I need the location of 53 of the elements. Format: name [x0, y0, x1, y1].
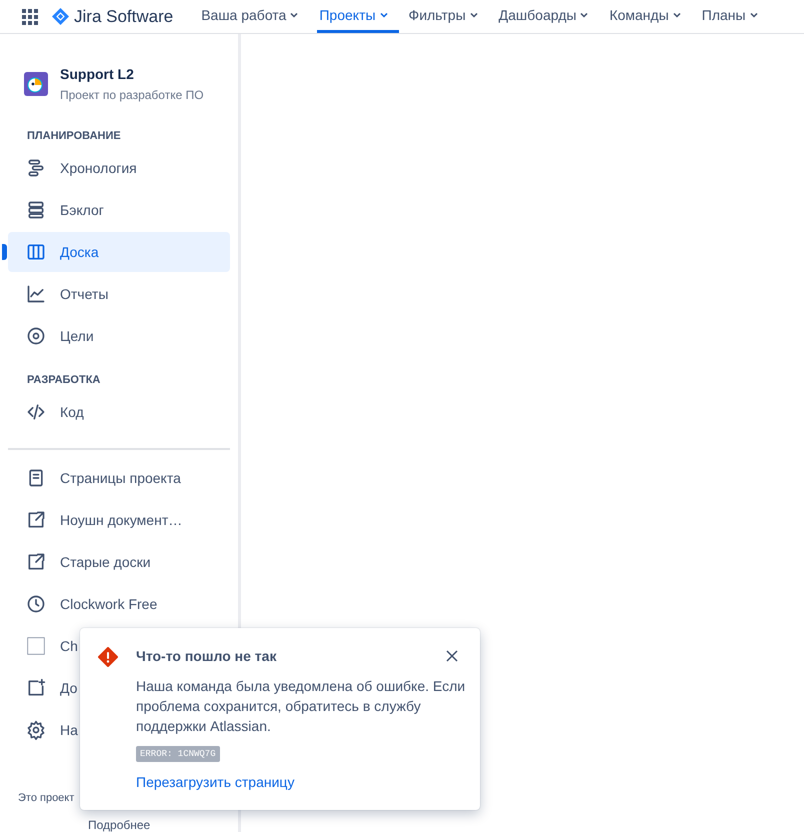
- project-type: Проект по разработке ПО: [60, 88, 204, 102]
- product-name: Jira Software: [74, 6, 174, 26]
- error-code: ERROR: 1CNWQ7G: [136, 746, 220, 762]
- sidebar-link[interactable]: Страницы проекта: [60, 470, 181, 486]
- toast-title: Что-то пошло не так: [136, 648, 276, 664]
- sidebar-item[interactable]: Отчеты: [8, 274, 230, 314]
- project-name: Support L2: [60, 66, 135, 82]
- code-icon: [26, 402, 46, 422]
- reload-link[interactable]: Перезагрузить страницу: [136, 774, 294, 790]
- app-grid-icon[interactable]: [22, 8, 38, 24]
- board-icon: [26, 242, 46, 262]
- logo-icon: [52, 8, 69, 25]
- sidebar-item[interactable]: Бэклог: [8, 190, 230, 230]
- chevron-down-icon: [378, 10, 389, 20]
- clock-icon: [26, 594, 46, 614]
- external-link-icon: [26, 510, 46, 530]
- footer-text: Это проект: [18, 792, 74, 804]
- project-avatar-icon: [24, 72, 48, 96]
- square-icon: [26, 636, 46, 656]
- nav-tab[interactable]: Команды: [607, 0, 692, 33]
- section-heading: ПЛАНИРОВАНИЕ: [26, 129, 122, 144]
- chevron-down-icon: [579, 10, 590, 20]
- sidebar-item[interactable]: Код: [8, 392, 230, 432]
- nav-tab[interactable]: Планы: [700, 0, 769, 33]
- chevron-down-icon: [289, 10, 300, 20]
- error-icon: [98, 647, 118, 667]
- sidebar-link[interactable]: Ноушн документ…: [60, 512, 182, 528]
- nav-tab[interactable]: Проекты: [317, 0, 399, 33]
- section-heading: РАЗРАБОТКА: [26, 373, 102, 388]
- sidebar-link[interactable]: На: [60, 722, 78, 738]
- timeline-icon: [26, 158, 46, 178]
- close-icon[interactable]: [444, 648, 460, 664]
- nav-tab[interactable]: Фильтры: [406, 0, 489, 33]
- external-link-icon: [26, 552, 46, 572]
- nav-tab[interactable]: Дашбоарды: [496, 0, 600, 33]
- add-page-icon: [26, 678, 46, 698]
- toast-message: Наша команда была уведомлена об ошибке. Если проблема сохранится, обратитесь в службу поддержки Atlassian.: [136, 677, 466, 736]
- sidebar-link[interactable]: До: [60, 680, 78, 696]
- line-chart-icon: [26, 284, 46, 304]
- target-icon: [26, 326, 46, 346]
- backlog-icon: [26, 200, 46, 220]
- learn-more-link[interactable]: Подробнее: [88, 818, 150, 832]
- chevron-down-icon: [468, 10, 479, 20]
- chevron-down-icon: [748, 10, 759, 20]
- sidebar-item[interactable]: Хронология: [8, 148, 230, 188]
- selection-indicator: [2, 244, 7, 260]
- sidebar-link[interactable]: Clockwork Free: [60, 596, 158, 612]
- sidebar-item[interactable]: Цели: [8, 316, 230, 356]
- sidebar-link[interactable]: Ch: [60, 638, 78, 654]
- settings-icon: [26, 720, 46, 740]
- sidebar-link[interactable]: Старые доски: [60, 554, 151, 570]
- nav-tab[interactable]: Ваша работа: [199, 0, 310, 33]
- chevron-down-icon: [672, 10, 682, 20]
